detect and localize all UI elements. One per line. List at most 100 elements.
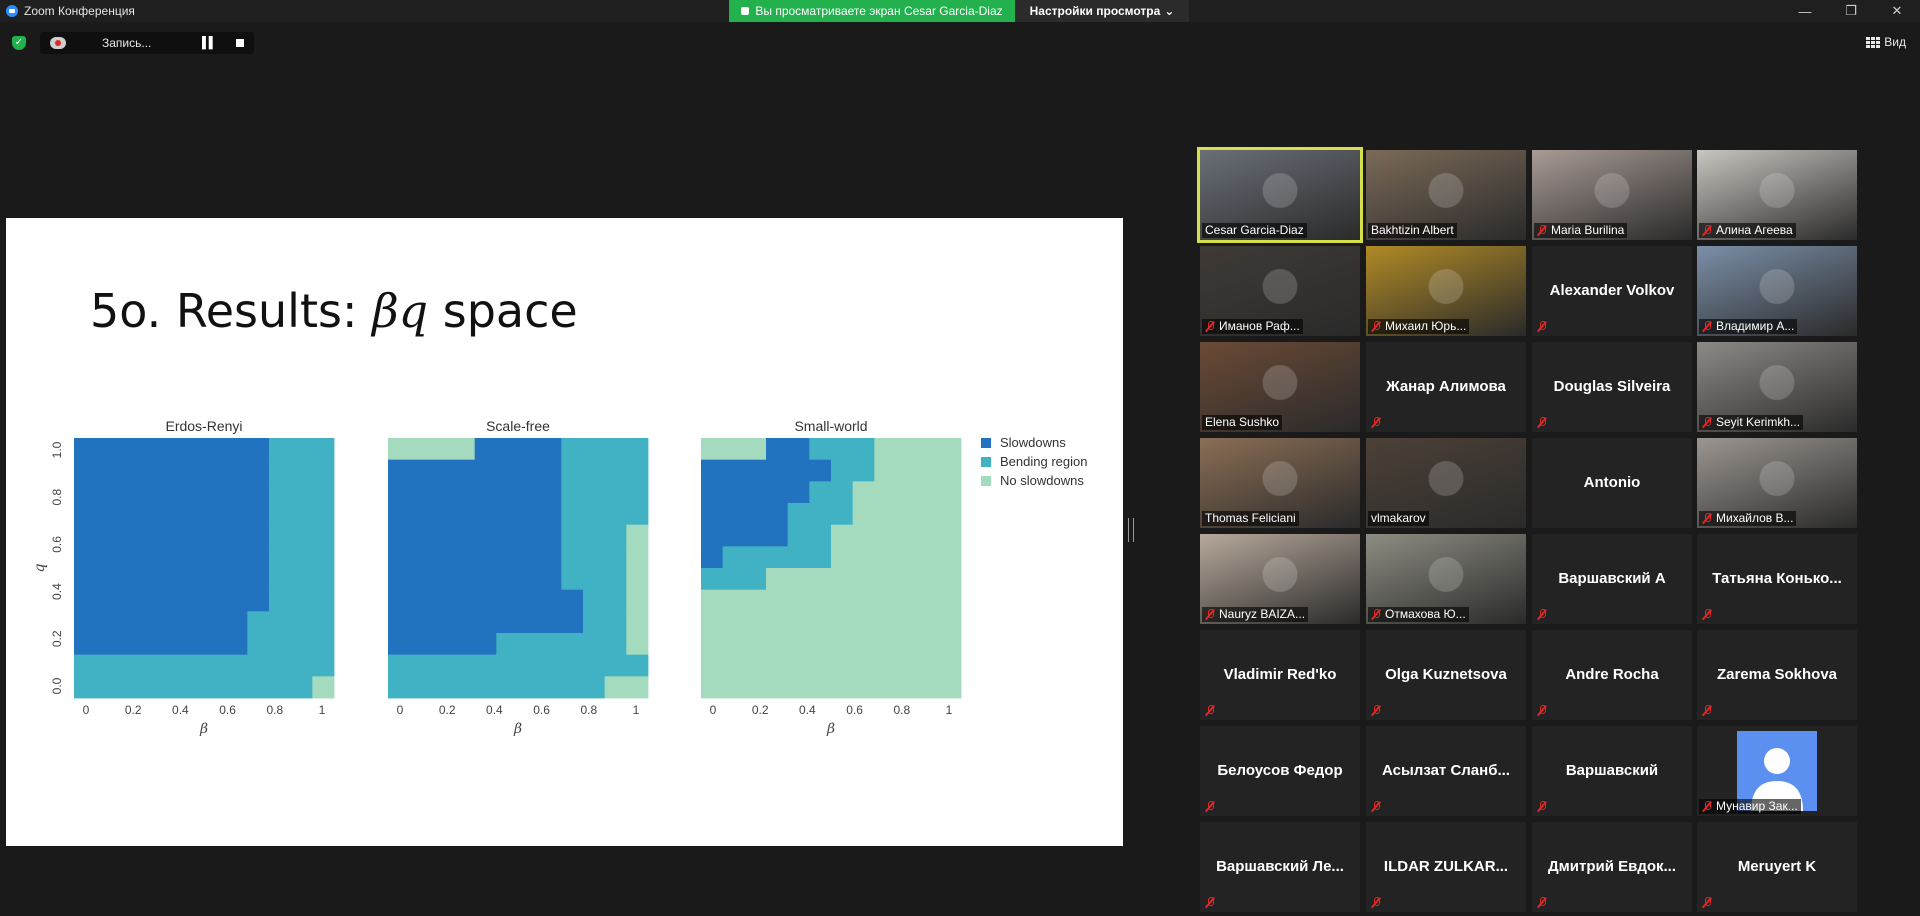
participant-tile[interactable]: Andre Rocha — [1532, 630, 1692, 720]
participant-tile[interactable]: Cesar Garcia-Diaz — [1197, 147, 1363, 243]
nametag: Cesar Garcia-Diaz — [1202, 223, 1307, 238]
heatmap-cell — [518, 568, 541, 591]
heatmap-cell — [917, 481, 940, 504]
heatmap-cell — [453, 503, 476, 526]
heatmap-cell — [744, 676, 767, 699]
nametag — [1202, 703, 1222, 718]
heatmap-cell — [604, 633, 627, 656]
heatmap-cell — [809, 546, 832, 569]
participant-tile[interactable]: Варшавский А — [1532, 534, 1692, 624]
heatmap-cell — [182, 481, 205, 504]
nametag: Иманов Раф... — [1202, 319, 1303, 334]
heatmap-cell — [453, 676, 476, 699]
heatmap-cell — [701, 568, 724, 591]
participant-tile[interactable]: Владимир А... — [1697, 246, 1857, 336]
heatmap-cell — [917, 676, 940, 699]
heatmap-cell — [831, 546, 854, 569]
participant-name: Elena Sushko — [1205, 415, 1280, 429]
participant-tile[interactable]: vlmakarov — [1366, 438, 1526, 528]
x-tick-label: 0.8 — [893, 703, 910, 717]
heatmap-cell — [583, 459, 606, 482]
heatmap-cell — [626, 524, 649, 547]
heatmap-cell — [852, 459, 875, 482]
heatmap-cell — [496, 524, 519, 547]
heatmap-cell — [247, 611, 270, 634]
heatmap-cell — [388, 654, 411, 677]
participant-name: ILDAR ZULKAR... — [1383, 858, 1509, 875]
heatmap-cell — [453, 546, 476, 569]
participant-tile[interactable]: Olga Kuznetsova — [1366, 630, 1526, 720]
heatmap-cell — [939, 654, 962, 677]
heatmap-cell — [290, 676, 313, 699]
minimize-icon[interactable]: — — [1782, 0, 1828, 22]
heatmap-cell — [453, 459, 476, 482]
heatmap-cell — [722, 503, 745, 526]
heatmap-cell — [95, 503, 118, 526]
heatmap-cell — [95, 568, 118, 591]
heatmap-cell — [160, 568, 183, 591]
heatmap-cell — [787, 546, 810, 569]
participant-tile[interactable]: Thomas Feliciani — [1200, 438, 1360, 528]
stop-recording-icon[interactable] — [235, 39, 244, 47]
heatmap-cell — [160, 546, 183, 569]
heatmap-cell — [388, 611, 411, 634]
heatmap-cell — [744, 633, 767, 656]
heatmap-cell — [409, 633, 432, 656]
splitter-handle[interactable] — [1128, 518, 1134, 542]
screen-share-banner: Вы просматриваете экран Cesar Garcia-Dia… — [729, 0, 1015, 22]
security-shield-icon[interactable]: ✓ — [12, 36, 26, 50]
participant-tile[interactable]: Асылзат Сланб... — [1366, 726, 1526, 816]
heatmap-cell — [626, 459, 649, 482]
view-button[interactable]: Вид — [1866, 35, 1906, 49]
heatmap-cell — [269, 654, 292, 677]
heatmap-cell — [388, 589, 411, 612]
view-button-label: Вид — [1884, 35, 1906, 49]
heatmap-cell — [182, 611, 205, 634]
participant-tile[interactable]: Zarema Sokhova — [1697, 630, 1857, 720]
heatmap-cell — [787, 438, 810, 461]
participant-tile[interactable]: Douglas Silveira — [1532, 342, 1692, 432]
participant-tile[interactable]: Михайлов В... — [1697, 438, 1857, 528]
participant-tile[interactable]: Vladimir Red'ko — [1200, 630, 1360, 720]
heatmap-cell — [831, 654, 854, 677]
heatmap-cell — [561, 633, 584, 656]
heatmap-cell — [518, 589, 541, 612]
heatmap-cell — [896, 633, 919, 656]
participant-tile[interactable]: Михаил Юрь... — [1366, 246, 1526, 336]
participant-tile[interactable]: Татьяна Конько... — [1697, 534, 1857, 624]
pause-recording-icon[interactable]: ▌▌ — [202, 37, 217, 49]
participant-tile[interactable]: Bakhtizin Albert — [1366, 150, 1526, 240]
view-options-button[interactable]: Настройки просмотра ⌄ — [1015, 0, 1189, 22]
participant-tile[interactable]: Жанар Алимова — [1366, 342, 1526, 432]
participant-tile[interactable]: Алина Агеева — [1697, 150, 1857, 240]
participant-tile[interactable]: Иманов Раф... — [1200, 246, 1360, 336]
participant-tile[interactable]: Отмахова Ю... — [1366, 534, 1526, 624]
participant-name: Варшавский — [1565, 762, 1659, 779]
muted-mic-icon — [1205, 321, 1215, 332]
participant-tile[interactable]: Варшавский Ле... — [1200, 822, 1360, 912]
participant-tile[interactable]: Maria Burilina — [1532, 150, 1692, 240]
heatmap-cell — [831, 459, 854, 482]
participant-tile[interactable]: Nauryz BAIZA... — [1200, 534, 1360, 624]
participant-tile[interactable]: Дмитрий Евдок... — [1532, 822, 1692, 912]
participant-tile[interactable]: Белоусов Федор — [1200, 726, 1360, 816]
participant-tile[interactable]: ILDAR ZULKAR... — [1366, 822, 1526, 912]
heatmap-cell — [604, 654, 627, 677]
participant-tile[interactable]: Elena Sushko — [1200, 342, 1360, 432]
participant-tile[interactable]: Варшавский — [1532, 726, 1692, 816]
heatmap-cell — [831, 438, 854, 461]
y-tick-label: 0.6 — [50, 536, 64, 553]
heatmap-cell — [182, 589, 205, 612]
participant-tile[interactable]: Seyit Kerimkh... — [1697, 342, 1857, 432]
close-icon[interactable]: ✕ — [1874, 0, 1920, 22]
heatmap-cell — [269, 524, 292, 547]
participant-tile[interactable]: Meruyert K — [1697, 822, 1857, 912]
participant-tile[interactable]: Antonio — [1532, 438, 1692, 528]
participant-name: Alexander Volkov — [1549, 282, 1675, 299]
heatmap-cell — [701, 611, 724, 634]
restore-icon[interactable]: ❐ — [1828, 0, 1874, 22]
participant-tile[interactable]: Мунавир Зак... — [1697, 726, 1857, 816]
nametag — [1534, 895, 1554, 910]
participant-tile[interactable]: Alexander Volkov — [1532, 246, 1692, 336]
heatmap-cell — [182, 654, 205, 677]
